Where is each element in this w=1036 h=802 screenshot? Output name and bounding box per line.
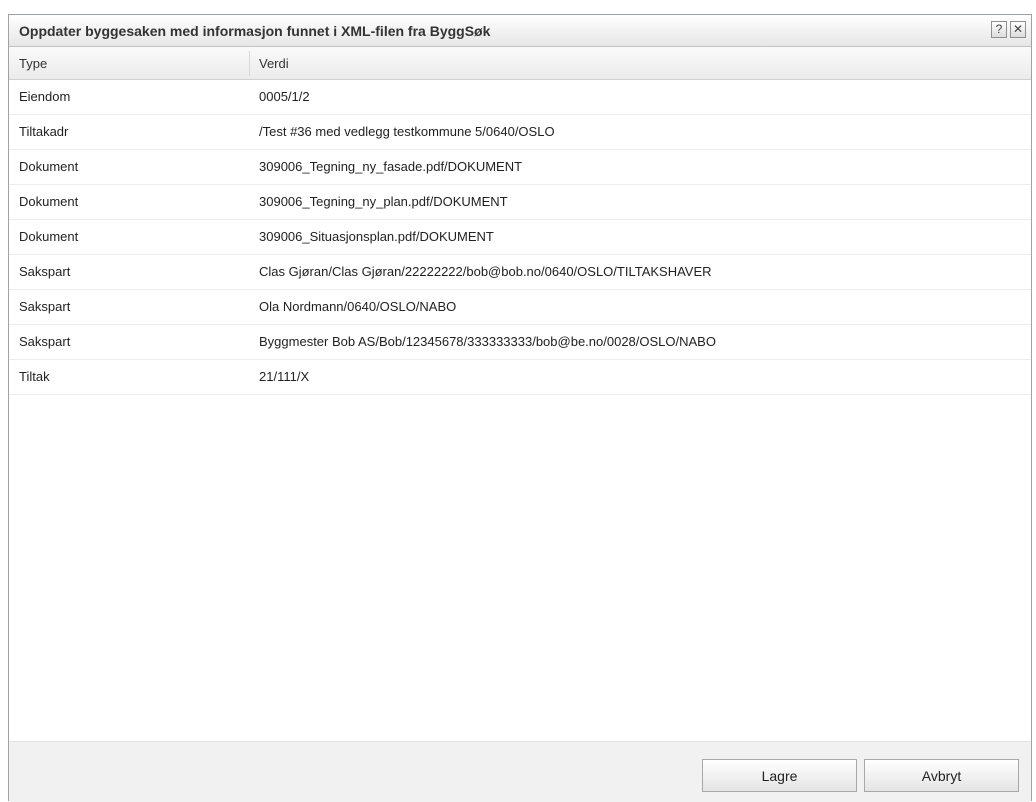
cell-verdi: 309006_Tegning_ny_fasade.pdf/DOKUMENT xyxy=(259,159,523,174)
update-case-dialog: Oppdater byggesaken med informasjon funn… xyxy=(8,14,1032,802)
cell-verdi: Ola Nordmann/0640/OSLO/NABO xyxy=(259,299,457,314)
cell-verdi: Clas Gjøran/Clas Gjøran/22222222/bob@bob… xyxy=(259,264,712,279)
table-row[interactable]: Dokument 309006_Situasjonsplan.pdf/DOKUME… xyxy=(9,220,1031,255)
table-row[interactable]: Dokument 309006_Tegning_ny_plan.pdf/DOKUM… xyxy=(9,185,1031,220)
cancel-button[interactable]: Avbryt xyxy=(864,759,1019,792)
cell-type: Eiendom xyxy=(19,89,71,104)
table-row[interactable]: Sakspart Clas Gjøran/Clas Gjøran/22222222… xyxy=(9,255,1031,290)
cell-type: Tiltakadr xyxy=(19,124,69,139)
cell-type: Sakspart xyxy=(19,264,71,279)
cell-type: Dokument xyxy=(19,229,79,244)
xml-info-grid: Type Verdi Eiendom 0005/1/2 Tiltakadr/Test… xyxy=(9,47,1031,741)
cell-verdi: 21/111/X xyxy=(259,369,310,384)
column-header-verdi[interactable]: Verdi xyxy=(259,47,289,79)
cell-verdi: 0005/1/2 xyxy=(259,89,310,104)
grid-body: Eiendom 0005/1/2 Tiltakadr/Test #36 med ve… xyxy=(9,80,1031,395)
cell-verdi: Byggmester Bob AS/Bob/12345678/333333333… xyxy=(259,334,716,349)
cell-type: Dokument xyxy=(19,159,79,174)
grid-header: Type Verdi xyxy=(9,47,1031,80)
help-icon[interactable]: ? xyxy=(991,21,1007,38)
dialog-footer: Lagre Avbryt xyxy=(9,741,1031,802)
table-row[interactable]: Tiltak 21/111/X xyxy=(9,360,1031,395)
table-row[interactable]: Sakspart Ola Nordmann/0640/OSLO/NABO xyxy=(9,290,1031,325)
close-icon[interactable]: ✕ xyxy=(1010,21,1026,38)
table-row[interactable]: Eiendom 0005/1/2 xyxy=(9,80,1031,115)
table-row[interactable]: Dokument 309006_Tegning_ny_fasade.pdf/DOK… xyxy=(9,150,1031,185)
save-button[interactable]: Lagre xyxy=(702,759,857,792)
dialog-title: Oppdater byggesaken med informasjon funn… xyxy=(19,23,491,39)
cell-type: Tiltak xyxy=(19,369,50,384)
table-row[interactable]: Tiltakadr/Test #36 med vedlegg testkommu… xyxy=(9,115,1031,150)
cell-type: Dokument xyxy=(19,194,79,209)
column-header-type[interactable]: Type xyxy=(19,47,47,79)
column-divider[interactable] xyxy=(249,51,250,76)
cell-type: Sakspart xyxy=(19,334,71,349)
cell-verdi: 309006_Tegning_ny_plan.pdf/DOKUMENT xyxy=(259,194,508,209)
cell-verdi: /Test #36 med vedlegg testkommune 5/0640… xyxy=(259,124,555,139)
cell-type: Sakspart xyxy=(19,299,71,314)
table-row[interactable]: Sakspart Byggmester Bob AS/Bob/12345678/3… xyxy=(9,325,1031,360)
cell-verdi: 309006_Situasjonsplan.pdf/DOKUMENT xyxy=(259,229,494,244)
dialog-titlebar[interactable]: Oppdater byggesaken med informasjon funn… xyxy=(9,15,1031,47)
